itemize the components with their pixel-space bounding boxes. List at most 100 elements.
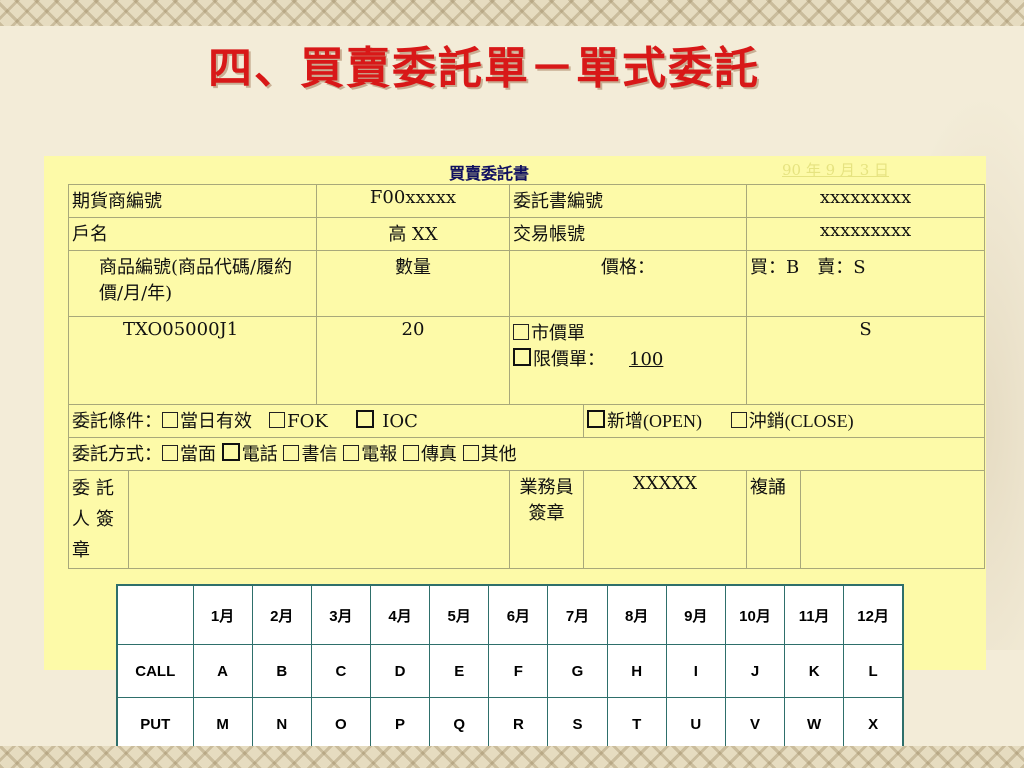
ioc-checkbox[interactable]: [356, 410, 375, 428]
call-code-cell: L: [843, 644, 904, 698]
price-label: 價格：: [508, 250, 748, 317]
option-month-code-table: 1月 2月 3月 4月 5月 6月 7月 8月 9月 10月 11月 12月 C…: [116, 584, 904, 752]
slide-title: 四、買賣委託單－單式委託: [208, 43, 760, 94]
method-in-person-label: 當面: [180, 444, 216, 465]
price-type-cell: 市價單 限價單： 100: [508, 316, 748, 405]
form-title: 買賣委託書: [449, 164, 530, 183]
month-header-cell: 2月: [251, 584, 312, 645]
put-row-label: PUT: [116, 697, 194, 752]
method-letter-label: 書信: [301, 444, 338, 465]
side-label: 買：B 賣：S: [746, 250, 986, 317]
open-label: 新增(OPEN): [607, 411, 702, 431]
method-telegram-checkbox[interactable]: [343, 445, 360, 461]
form-row-account: 戶名 高 XX 交易帳號 xxxxxxxxx: [68, 217, 986, 251]
form-row-conditions: 委託條件： 當日有效 FOK IOC 新增(OPEN) 沖銷(CLOSE): [68, 404, 986, 438]
call-code-cell: H: [606, 644, 667, 698]
month-header-cell: 12月: [843, 584, 904, 645]
call-code-cell: C: [310, 644, 371, 698]
methods-label: 委託方式：: [72, 444, 162, 465]
method-telegram-label: 電報: [361, 444, 398, 465]
put-code-cell: O: [310, 697, 371, 752]
call-code-cell: K: [784, 644, 845, 698]
call-code-cell: A: [192, 644, 253, 698]
form-row-signatures: 委託人簽章 業務員簽章 XXXXX 複誦: [68, 470, 986, 569]
client-signature-label: 委託人簽章: [68, 470, 129, 569]
put-code-cell: Q: [429, 697, 490, 752]
month-header-cell: 9月: [665, 584, 726, 645]
month-header-cell: 11月: [784, 584, 845, 645]
method-letter-checkbox[interactable]: [283, 445, 300, 461]
method-phone-label: 電話: [241, 444, 278, 465]
month-header-cell: 1月: [192, 584, 253, 645]
recite-field[interactable]: [800, 470, 986, 569]
put-code-cell: R: [488, 697, 549, 752]
put-code-cell: P: [369, 697, 431, 752]
conditions-label: 委託條件：: [72, 411, 162, 432]
method-phone-checkbox[interactable]: [221, 443, 240, 461]
call-code-cell: D: [369, 644, 431, 698]
broker-id-value: F00xxxxx: [316, 184, 510, 218]
open-checkbox[interactable]: [587, 410, 605, 428]
method-fax-label: 傳真: [420, 444, 457, 465]
close-checkbox[interactable]: [730, 412, 747, 428]
agent-signature-label: 業務員簽章: [509, 470, 584, 569]
put-code-cell: N: [251, 697, 312, 752]
call-code-cell: E: [429, 644, 490, 698]
put-code-cell: S: [547, 697, 608, 752]
call-row-label: CALL: [116, 644, 194, 698]
limit-order-option[interactable]: 限價單： 100: [513, 345, 743, 371]
form-header: 買賣委託書 90 年 9 月 3 日: [44, 156, 986, 184]
agent-signature-value: XXXXX: [582, 470, 748, 569]
month-header-cell: 3月: [310, 584, 371, 645]
put-code-cell: W: [784, 697, 845, 752]
call-code-cell: F: [488, 644, 549, 698]
market-order-label: 市價單: [531, 323, 585, 344]
month-header-cell: 8月: [606, 584, 667, 645]
conditions-cell: 委託條件： 當日有效 FOK IOC: [68, 404, 584, 438]
put-code-cell: T: [606, 697, 667, 752]
order-no-label: 委託書編號: [508, 184, 748, 218]
broker-id-label: 期貨商編號: [68, 184, 317, 218]
month-header-cell: 7月: [547, 584, 608, 645]
fok-checkbox[interactable]: [269, 412, 286, 428]
method-in-person-checkbox[interactable]: [162, 445, 178, 461]
header-blank-cell: [116, 584, 194, 645]
call-code-cell: J: [724, 644, 786, 698]
month-header-cell: 4月: [369, 584, 431, 645]
product-code-label: 商品編號(商品代碼/履約價/月/年): [68, 250, 317, 317]
month-header-cell: 6月: [488, 584, 549, 645]
form-date: 90 年 9 月 3 日: [782, 161, 890, 179]
account-name-value: 高 XX: [316, 217, 510, 251]
put-code-cell: X: [843, 697, 904, 752]
recite-label: 複誦: [746, 470, 802, 569]
rod-checkbox[interactable]: [162, 412, 178, 428]
market-order-checkbox[interactable]: [513, 324, 529, 340]
form-row-field-headers: 商品編號(商品代碼/履約價/月/年) 數量 價格： 買：B 賣：S: [68, 250, 986, 317]
account-name-label: 戶名: [68, 217, 317, 251]
call-code-cell: G: [547, 644, 608, 698]
order-no-value: xxxxxxxxx: [746, 184, 986, 218]
market-order-option[interactable]: 市價單: [513, 319, 743, 345]
call-code-cell: B: [251, 644, 312, 698]
month-header-cell: 10月: [724, 584, 786, 645]
call-row: CALL A B C D E F G H I J K L: [116, 644, 904, 698]
limit-order-checkbox[interactable]: [513, 348, 531, 366]
limit-order-label: 限價單：: [533, 349, 605, 370]
method-fax-checkbox[interactable]: [402, 445, 419, 461]
quantity-value: 20: [316, 316, 510, 405]
month-header-row: 1月 2月 3月 4月 5月 6月 7月 8月 9月 10月 11月 12月: [116, 584, 904, 645]
product-code-value: TXO05000J1: [68, 316, 317, 405]
put-code-cell: U: [665, 697, 726, 752]
put-code-cell: M: [192, 697, 253, 752]
methods-cell: 委託方式： 當面 電話 書信 電報 傳真 其他: [67, 437, 986, 471]
form-row-methods: 委託方式： 當面 電話 書信 電報 傳真 其他: [67, 437, 986, 471]
client-signature-field[interactable]: [128, 470, 510, 569]
method-other-label: 其他: [480, 444, 517, 465]
quantity-label: 數量: [316, 250, 510, 317]
method-other-checkbox[interactable]: [462, 445, 479, 461]
decorative-top-border: [0, 0, 1024, 26]
account-no-label: 交易帳號: [508, 217, 748, 251]
fok-label: FOK: [287, 411, 328, 432]
open-close-cell: 新增(OPEN) 沖銷(CLOSE): [582, 404, 986, 438]
month-header-cell: 5月: [429, 584, 490, 645]
